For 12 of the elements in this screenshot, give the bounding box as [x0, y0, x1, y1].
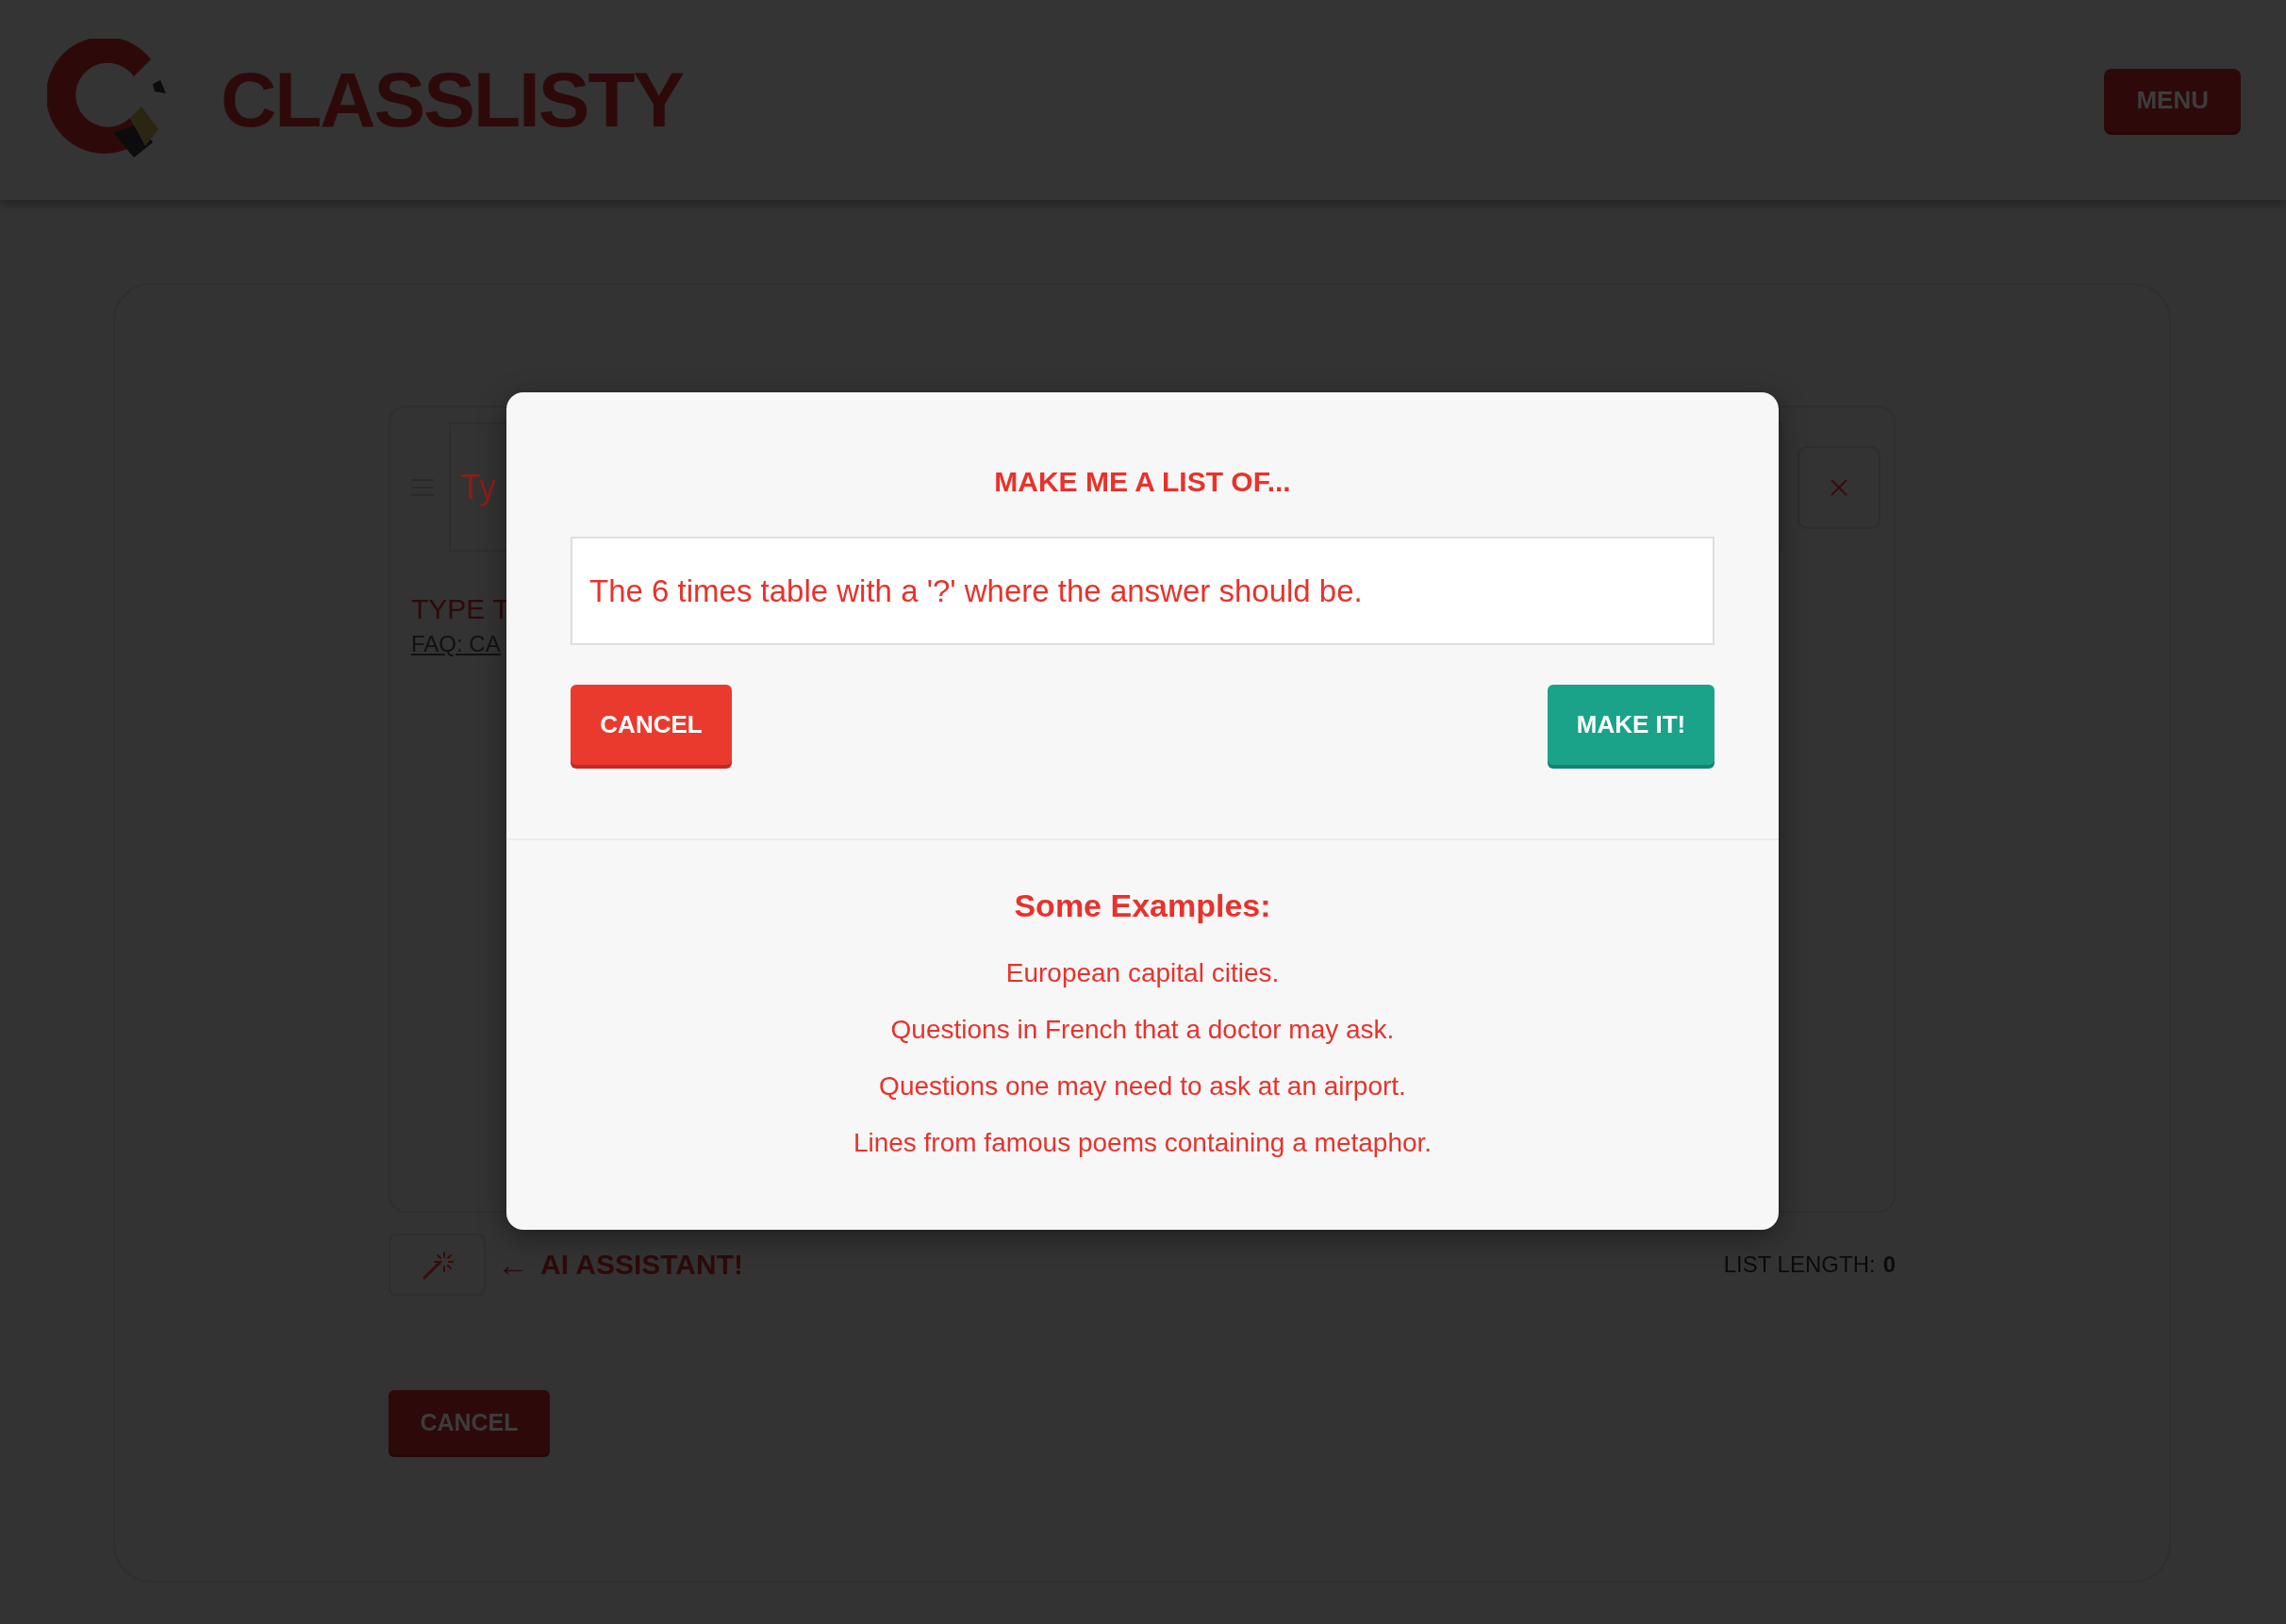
ai-assistant-button[interactable]	[389, 1234, 486, 1296]
arrow-text: ←	[497, 1246, 529, 1284]
example-text: Questions in French that a doctor may ask.	[889, 1014, 1396, 1046]
example-text: European capital cities.	[1004, 957, 1281, 989]
remove-item-button[interactable]	[1797, 445, 1880, 529]
close-icon	[1830, 477, 1848, 497]
prompt-input-field[interactable]: The 6 times table with a '?' where the answer should be.	[571, 537, 1714, 645]
example-text: Questions one may need to ask at an airport.	[878, 1070, 1407, 1102]
example-text: Lines from famous poems containing a metaphor.	[852, 1127, 1433, 1159]
dialog-title: MAKE ME A LIST OF...	[993, 466, 1292, 498]
magic-wand-icon	[421, 1249, 454, 1281]
examples-heading: Some Examples:	[1013, 887, 1272, 924]
